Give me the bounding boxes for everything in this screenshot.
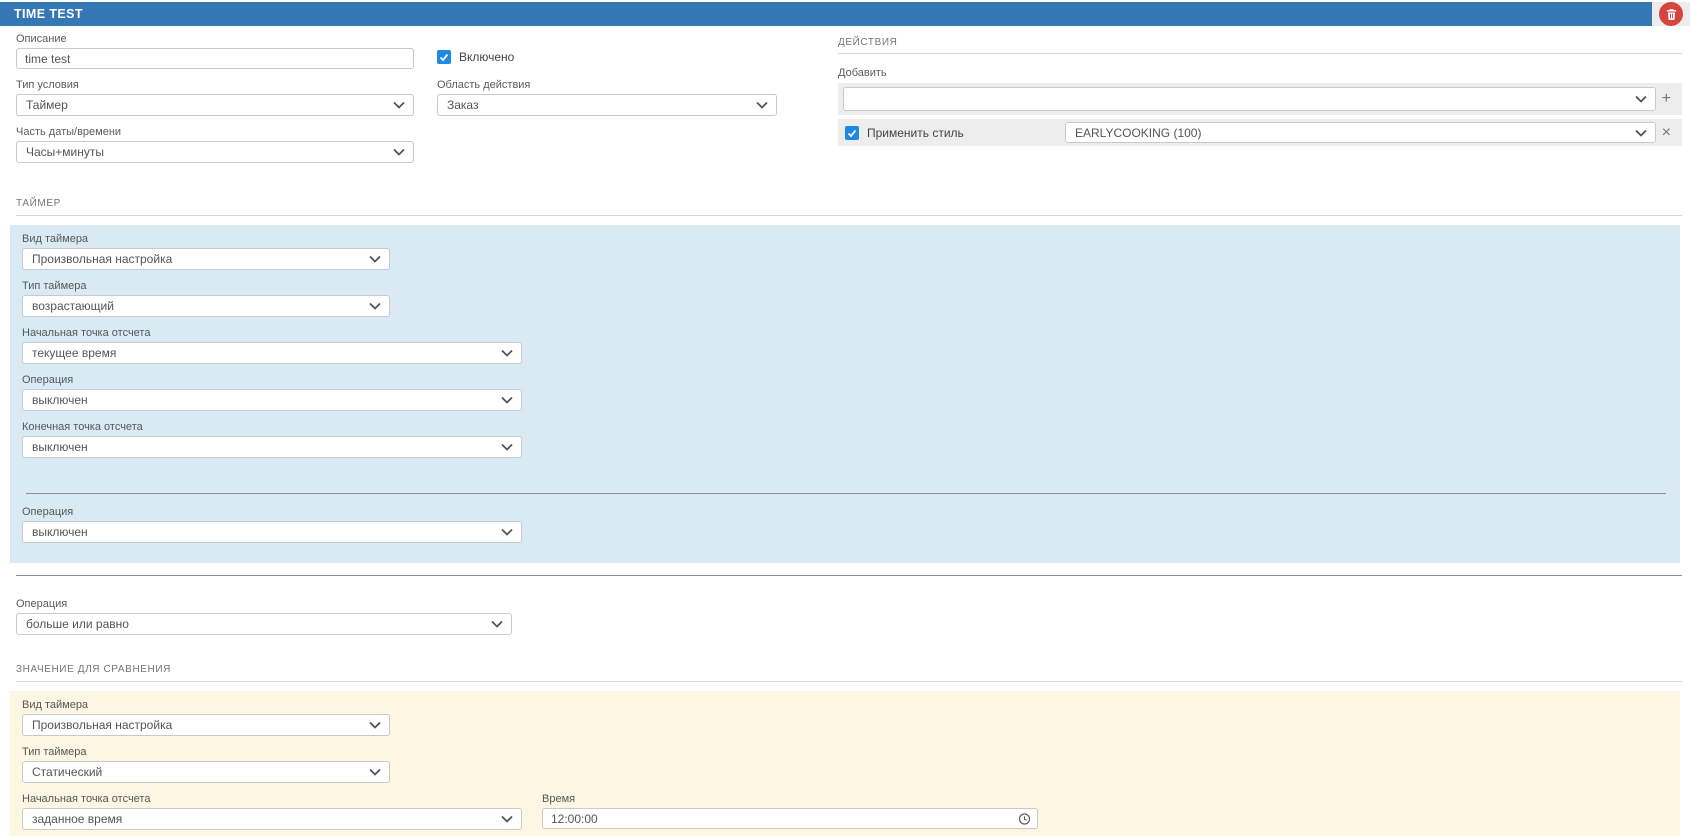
chevron-down-icon (369, 722, 381, 729)
timer-rule (16, 215, 1682, 216)
chevron-down-icon (491, 621, 503, 628)
apply-style-value: EARLYCOOKING (100) (1075, 126, 1201, 140)
operation2-select[interactable]: выключен (22, 521, 522, 543)
operation2-value: выключен (32, 525, 88, 539)
condition-type-value: Таймер (26, 98, 68, 112)
add-action-label: Добавить (838, 67, 1682, 79)
cmp-start-point-value: заданное время (32, 812, 122, 826)
actions-rule (838, 53, 1682, 54)
operation-value: выключен (32, 393, 88, 407)
comparison-operation-value: больше или равно (26, 617, 129, 631)
cmp-start-point-label: Начальная точка отсчета (22, 793, 522, 805)
enabled-checkbox[interactable] (437, 50, 451, 64)
chevron-down-icon (369, 303, 381, 310)
start-point-value: текущее время (32, 346, 116, 360)
enabled-label: Включено (459, 50, 514, 64)
remove-action-button[interactable]: × (1656, 125, 1677, 141)
add-action-select[interactable] (843, 87, 1656, 111)
scope-select[interactable]: Заказ (437, 94, 777, 116)
actions-section-title: ДЕЙСТВИЯ (838, 37, 1682, 48)
window-header: TIME TEST (0, 2, 1690, 26)
timer-type-label: Тип таймера (22, 280, 390, 292)
operation-select[interactable]: выключен (22, 389, 522, 411)
general-settings: Описание Включено Тип условия Тайм (16, 33, 838, 173)
timer-section-title: ТАЙМЕР (16, 198, 61, 209)
time-input[interactable] (542, 808, 1038, 829)
cmp-timer-type-value: Статический (32, 765, 102, 779)
chevron-down-icon (369, 256, 381, 263)
start-point-label: Начальная точка отсчета (22, 327, 522, 339)
chevron-down-icon (369, 769, 381, 776)
chevron-down-icon (1635, 129, 1647, 136)
chevron-down-icon (501, 444, 513, 451)
after-timer-divider (16, 575, 1682, 576)
cmp-timer-kind-label: Вид таймера (22, 699, 390, 711)
comparison-section-title: ЗНАЧЕНИЕ ДЛЯ СРАВНЕНИЯ (16, 664, 171, 675)
main-form: Описание Включено Тип условия Тайм (0, 26, 1690, 173)
start-point-select[interactable]: текущее время (22, 342, 522, 364)
timer-panel-divider (26, 493, 1666, 494)
actions-section: ДЕЙСТВИЯ Добавить + Применить стиль (838, 33, 1682, 173)
header-actions-zone (1652, 2, 1690, 26)
chevron-down-icon (501, 397, 513, 404)
timer-panel: Вид таймера Произвольная настройка Тип т… (10, 225, 1680, 563)
apply-style-select[interactable]: EARLYCOOKING (100) (1065, 122, 1656, 143)
chevron-down-icon (1635, 96, 1647, 103)
operation-label: Операция (22, 374, 522, 386)
check-icon (439, 52, 449, 62)
chevron-down-icon (501, 350, 513, 357)
chevron-down-icon (393, 149, 405, 156)
condition-type-select[interactable]: Таймер (16, 94, 414, 116)
apply-style-label: Применить стиль (867, 126, 964, 140)
chevron-down-icon (501, 529, 513, 536)
operation2-label: Операция (22, 506, 522, 518)
timer-type-value: возрастающий (32, 299, 114, 313)
scope-label: Область действия (437, 79, 777, 91)
end-point-label: Конечная точка отсчета (22, 421, 522, 433)
delete-button[interactable] (1659, 2, 1683, 26)
comparison-section-head: ЗНАЧЕНИЕ ДЛЯ СРАВНЕНИЯ (16, 659, 1682, 682)
page-title: TIME TEST (0, 2, 1652, 26)
description-input[interactable] (16, 48, 414, 69)
end-point-value: выключен (32, 440, 88, 454)
comparison-rule (16, 681, 1682, 682)
scope-value: Заказ (447, 98, 478, 112)
cmp-timer-type-label: Тип таймера (22, 746, 390, 758)
apply-style-checkbox[interactable] (845, 126, 859, 140)
timer-type-select[interactable]: возрастающий (22, 295, 390, 317)
cmp-timer-kind-value: Произвольная настройка (32, 718, 172, 732)
timer-section-head: ТАЙМЕР (16, 193, 1682, 216)
timer-kind-select[interactable]: Произвольная настройка (22, 248, 390, 270)
chevron-down-icon (393, 102, 405, 109)
cmp-timer-kind-select[interactable]: Произвольная настройка (22, 714, 390, 736)
comparison-panel: Вид таймера Произвольная настройка Тип т… (10, 691, 1680, 836)
cmp-start-point-select[interactable]: заданное время (22, 808, 522, 830)
clock-icon[interactable] (1018, 812, 1031, 825)
comparison-operation-label: Операция (16, 598, 512, 610)
chevron-down-icon (756, 102, 768, 109)
timer-kind-label: Вид таймера (22, 233, 390, 245)
comparison-operation-select[interactable]: больше или равно (16, 613, 512, 635)
trash-icon (1665, 8, 1678, 21)
add-action-button[interactable]: + (1656, 91, 1677, 107)
apply-style-row: Применить стиль EARLYCOOKING (100) × (838, 119, 1682, 146)
timer-kind-value: Произвольная настройка (32, 252, 172, 266)
datetime-part-value: Часы+минуты (26, 145, 104, 159)
time-label: Время (542, 793, 1038, 805)
comparison-operation-field: Операция больше или равно (16, 598, 512, 635)
cmp-timer-type-select[interactable]: Статический (22, 761, 390, 783)
description-label: Описание (16, 33, 414, 45)
datetime-part-label: Часть даты/времени (16, 126, 414, 138)
check-icon (847, 128, 857, 138)
condition-type-label: Тип условия (16, 79, 414, 91)
end-point-select[interactable]: выключен (22, 436, 522, 458)
add-action-row: + (838, 83, 1682, 115)
datetime-part-select[interactable]: Часы+минуты (16, 141, 414, 163)
